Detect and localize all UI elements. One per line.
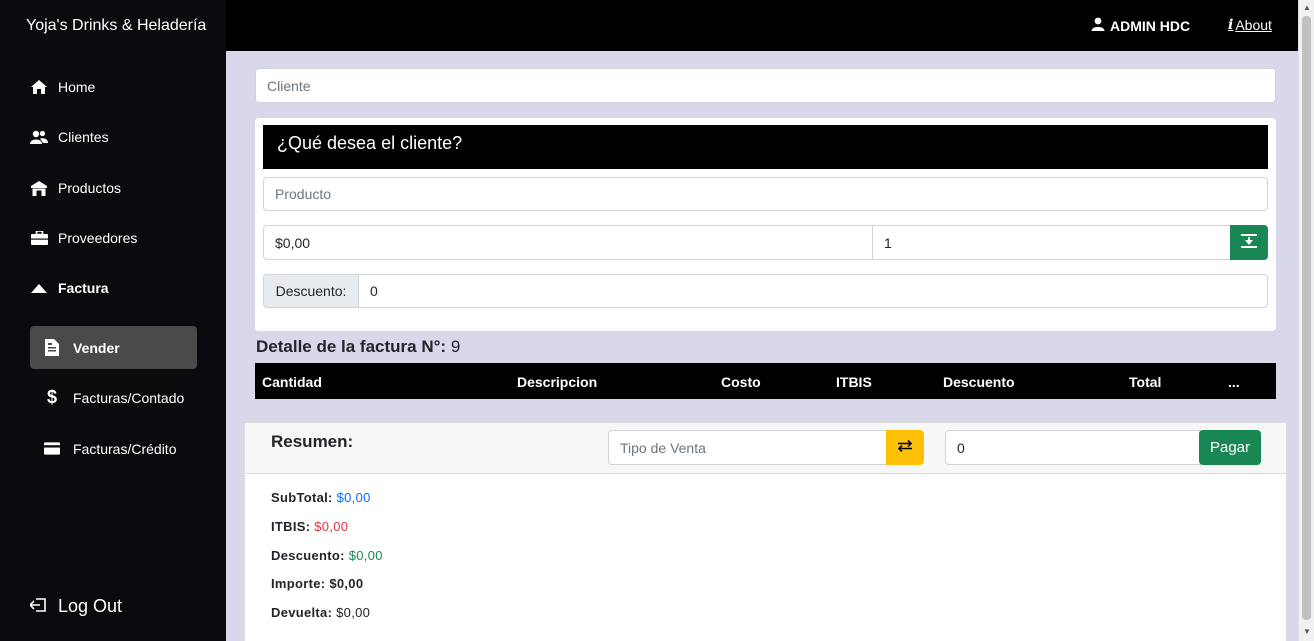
descuento-input[interactable]: 0 bbox=[358, 274, 1268, 308]
dollar-icon: $ bbox=[46, 387, 57, 407]
sidebar-item-proveedores[interactable]: Proveedores bbox=[30, 230, 137, 246]
sidebar-subitem-facturas-contado[interactable]: $ Facturas/Contado bbox=[30, 376, 197, 419]
column-header-cantidad: Cantidad bbox=[262, 374, 322, 390]
factura-number: 9 bbox=[450, 337, 461, 356]
tipo-venta-select[interactable]: Tipo de Venta bbox=[608, 430, 887, 465]
column-header-descuento: Descuento bbox=[943, 374, 1015, 390]
users-icon bbox=[30, 130, 48, 144]
sidebar-item-label: Facturas/Contado bbox=[73, 389, 185, 406]
column-header-descripcion: Descripcion bbox=[517, 374, 598, 390]
subtotal-value: $0,00 bbox=[336, 490, 371, 505]
order-card-title: ¿Qué desea el cliente? bbox=[263, 125, 1268, 169]
logout-button[interactable]: Log Out bbox=[28, 596, 123, 617]
about-link[interactable]: i About bbox=[1228, 17, 1272, 33]
column-header-itbis: ITBIS bbox=[836, 374, 872, 390]
about-label: About bbox=[1235, 17, 1272, 33]
cantidad-input[interactable]: 1 bbox=[872, 225, 1231, 260]
producto-input[interactable]: Producto bbox=[263, 177, 1268, 211]
info-icon: i bbox=[1228, 17, 1234, 33]
descuento-label: Descuento: bbox=[263, 274, 359, 308]
sidebar-subitem-facturas-credito[interactable]: Facturas/Crédito bbox=[30, 427, 197, 470]
app-title[interactable]: Yoja's Drinks & Heladería bbox=[0, 0, 226, 51]
home-icon bbox=[30, 80, 48, 94]
scroll-up-icon[interactable]: ▲ bbox=[1303, 3, 1311, 12]
scroll-down-icon[interactable]: ▼ bbox=[1303, 627, 1311, 636]
sidebar-subitem-vender[interactable]: Vender bbox=[30, 326, 197, 369]
subtotal-label: SubTotal: bbox=[271, 490, 333, 505]
add-to-list-icon bbox=[1241, 233, 1257, 252]
detalle-title: Detalle de la factura N°: 9 bbox=[256, 337, 460, 357]
sidebar-item-label: Vender bbox=[73, 339, 120, 356]
sidebar-item-label: Factura bbox=[58, 280, 109, 296]
user-icon bbox=[1091, 17, 1105, 34]
resumen-title: Resumen: bbox=[271, 432, 354, 451]
add-product-button[interactable] bbox=[1230, 225, 1268, 260]
itbis-line: ITBIS: $0,00 bbox=[271, 519, 348, 534]
sidebar-item-productos[interactable]: Productos bbox=[30, 180, 121, 196]
sidebar-item-factura[interactable]: Factura bbox=[30, 280, 109, 296]
devuelta-label: Devuelta: bbox=[271, 605, 333, 620]
descuento-sum-label: Descuento: bbox=[271, 548, 345, 563]
detalle-title-label: Detalle de la factura N°: bbox=[256, 337, 447, 356]
toggle-tipo-venta-button[interactable] bbox=[886, 430, 924, 465]
store-icon bbox=[30, 180, 48, 196]
top-navbar: Yoja's Drinks & Heladería ADMIN HDC i Ab… bbox=[0, 0, 1298, 51]
logout-label: Log Out bbox=[58, 596, 123, 616]
sidebar-item-label: Facturas/Crédito bbox=[73, 440, 177, 457]
sidebar-item-clientes[interactable]: Clientes bbox=[30, 129, 109, 145]
swap-icon bbox=[897, 439, 913, 457]
precio-input[interactable]: $0,00 bbox=[263, 225, 873, 260]
sidebar-item-label: Productos bbox=[58, 180, 122, 196]
sidebar-item-label: Clientes bbox=[58, 129, 109, 145]
logout-icon bbox=[28, 596, 46, 617]
monto-input[interactable]: 0 bbox=[945, 430, 1201, 465]
devuelta-value: $0,00 bbox=[336, 605, 371, 620]
cliente-input[interactable]: Cliente bbox=[255, 68, 1276, 103]
sidebar-item-label: Home bbox=[58, 79, 96, 95]
sidebar-item-label: Proveedores bbox=[58, 230, 138, 246]
user-menu[interactable]: ADMIN HDC bbox=[1091, 17, 1190, 34]
importe-value: $0,00 bbox=[329, 576, 364, 591]
scroll-thumb[interactable] bbox=[1302, 16, 1311, 620]
column-header-actions: ... bbox=[1228, 374, 1240, 390]
subtotal-line: SubTotal: $0,00 bbox=[271, 490, 371, 505]
importe-label: Importe: bbox=[271, 576, 326, 591]
caret-up-icon bbox=[30, 283, 48, 293]
devuelta-line: Devuelta: $0,00 bbox=[271, 605, 370, 620]
document-icon bbox=[44, 339, 60, 356]
descuento-sum-value: $0,00 bbox=[348, 548, 383, 563]
user-name: ADMIN HDC bbox=[1110, 17, 1191, 34]
detalle-table-header: Cantidad Descripcion Costo ITBIS Descuen… bbox=[255, 363, 1276, 399]
descuento-line: Descuento: $0,00 bbox=[271, 548, 383, 563]
column-header-total: Total bbox=[1129, 374, 1162, 390]
itbis-value: $0,00 bbox=[314, 519, 349, 534]
column-header-costo: Costo bbox=[721, 374, 761, 390]
page-scrollbar[interactable]: ▲ ▼ bbox=[1298, 0, 1314, 641]
sidebar-item-home[interactable]: Home bbox=[30, 79, 95, 95]
importe-line: Importe: $0,00 bbox=[271, 576, 363, 591]
pagar-button[interactable]: Pagar bbox=[1199, 430, 1261, 465]
itbis-label: ITBIS: bbox=[271, 519, 311, 534]
briefcase-icon bbox=[30, 231, 48, 245]
sidebar: Home Clientes Productos Proveedores Fact… bbox=[0, 51, 226, 641]
credit-card-icon bbox=[44, 442, 60, 455]
